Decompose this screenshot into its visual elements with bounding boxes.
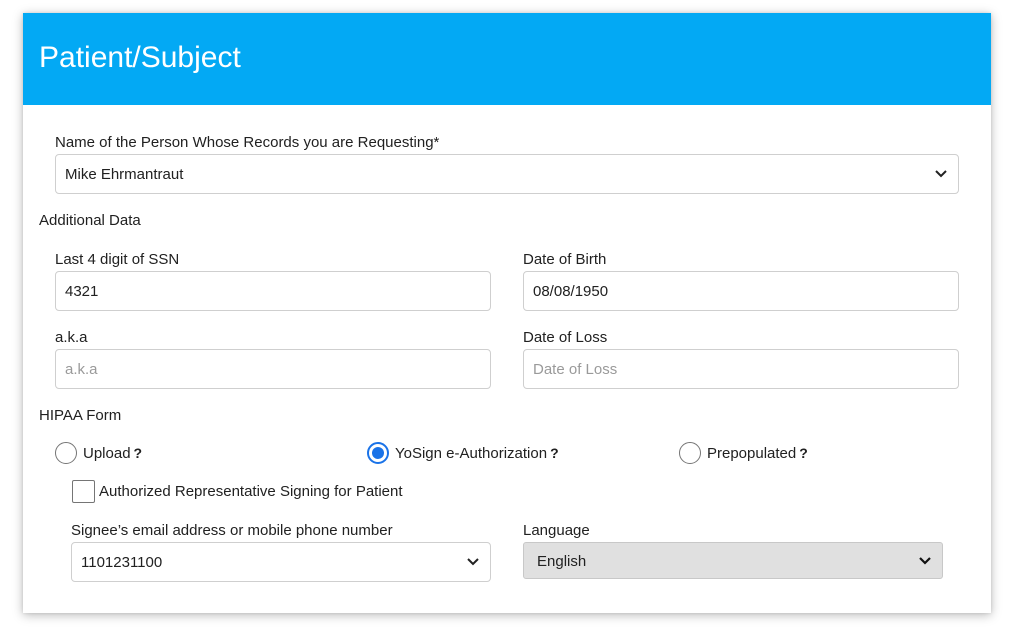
help-icon[interactable]: ? xyxy=(134,445,143,461)
signee-select[interactable]: 1101231100 xyxy=(71,542,491,582)
authorized-rep-label: Authorized Representative Signing for Pa… xyxy=(99,483,403,500)
patient-name-label: Name of the Person Whose Records you are… xyxy=(55,134,440,151)
ssn-value: 4321 xyxy=(65,283,99,300)
yosign-label-text: YoSign e-Authorization xyxy=(395,445,548,462)
language-select[interactable]: English xyxy=(523,542,943,579)
patient-name-value: Mike Ehrmantraut xyxy=(65,166,184,183)
signee-value: 1101231100 xyxy=(81,554,163,571)
hipaa-form-heading: HIPAA Form xyxy=(39,407,122,424)
ssn-label: Last 4 digit of SSN xyxy=(55,251,180,268)
chevron-down-icon xyxy=(919,557,931,565)
language-value: English xyxy=(537,553,587,570)
additional-data-heading: Additional Data xyxy=(39,212,141,229)
dob-value: 08/08/1950 xyxy=(533,283,609,300)
radio-upload[interactable] xyxy=(55,442,77,464)
radio-prepopulated[interactable] xyxy=(679,442,701,464)
prepopulated-label-text: Prepopulated xyxy=(707,445,797,462)
language-label: Language xyxy=(523,522,590,539)
radio-yosign-label: YoSign e-Authorization? xyxy=(395,445,559,462)
upload-label-text: Upload xyxy=(83,445,131,462)
chevron-down-icon xyxy=(467,558,479,566)
date-of-loss-field xyxy=(523,349,959,389)
help-icon[interactable]: ? xyxy=(799,445,808,461)
aka-field xyxy=(55,349,491,389)
patient-name-select[interactable]: Mike Ehrmantraut xyxy=(55,154,959,194)
radio-yosign[interactable] xyxy=(367,442,389,464)
radio-upload-label: Upload? xyxy=(83,445,142,462)
date-of-loss-label: Date of Loss xyxy=(523,329,608,346)
chevron-down-icon xyxy=(935,170,947,178)
page-title: Patient/Subject xyxy=(39,41,241,74)
radio-prepopulated-label: Prepopulated? xyxy=(707,445,808,462)
ssn-input[interactable]: 4321 xyxy=(55,271,491,311)
authorized-rep-checkbox[interactable] xyxy=(72,480,95,503)
card-header: Patient/Subject xyxy=(23,13,991,105)
signee-label: Signee’s email address or mobile phone n… xyxy=(71,522,393,539)
patient-subject-card: Patient/Subject Name of the Person Whose… xyxy=(23,13,991,613)
date-of-loss-input[interactable] xyxy=(524,350,958,388)
help-icon[interactable]: ? xyxy=(550,445,559,461)
dob-label: Date of Birth xyxy=(523,251,607,268)
aka-input[interactable] xyxy=(56,350,490,388)
dob-input[interactable]: 08/08/1950 xyxy=(523,271,959,311)
aka-label: a.k.a xyxy=(55,329,88,346)
